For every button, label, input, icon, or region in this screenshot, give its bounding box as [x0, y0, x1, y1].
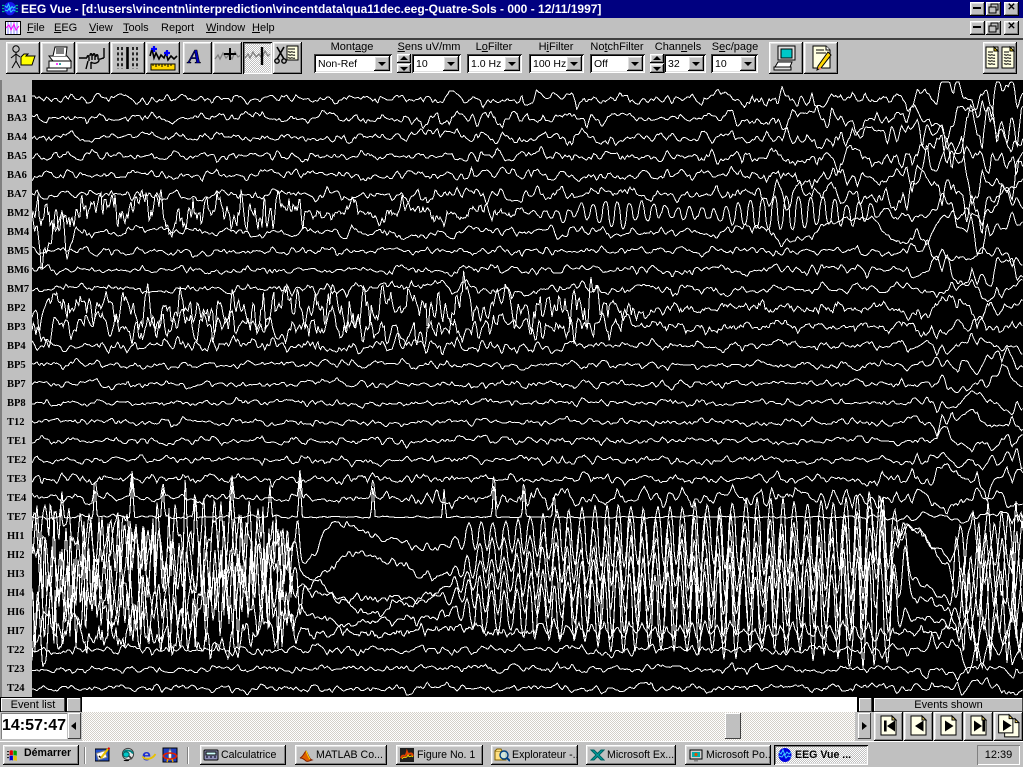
- svg-text:e: e: [142, 748, 151, 764]
- svg-text:A: A: [186, 46, 201, 68]
